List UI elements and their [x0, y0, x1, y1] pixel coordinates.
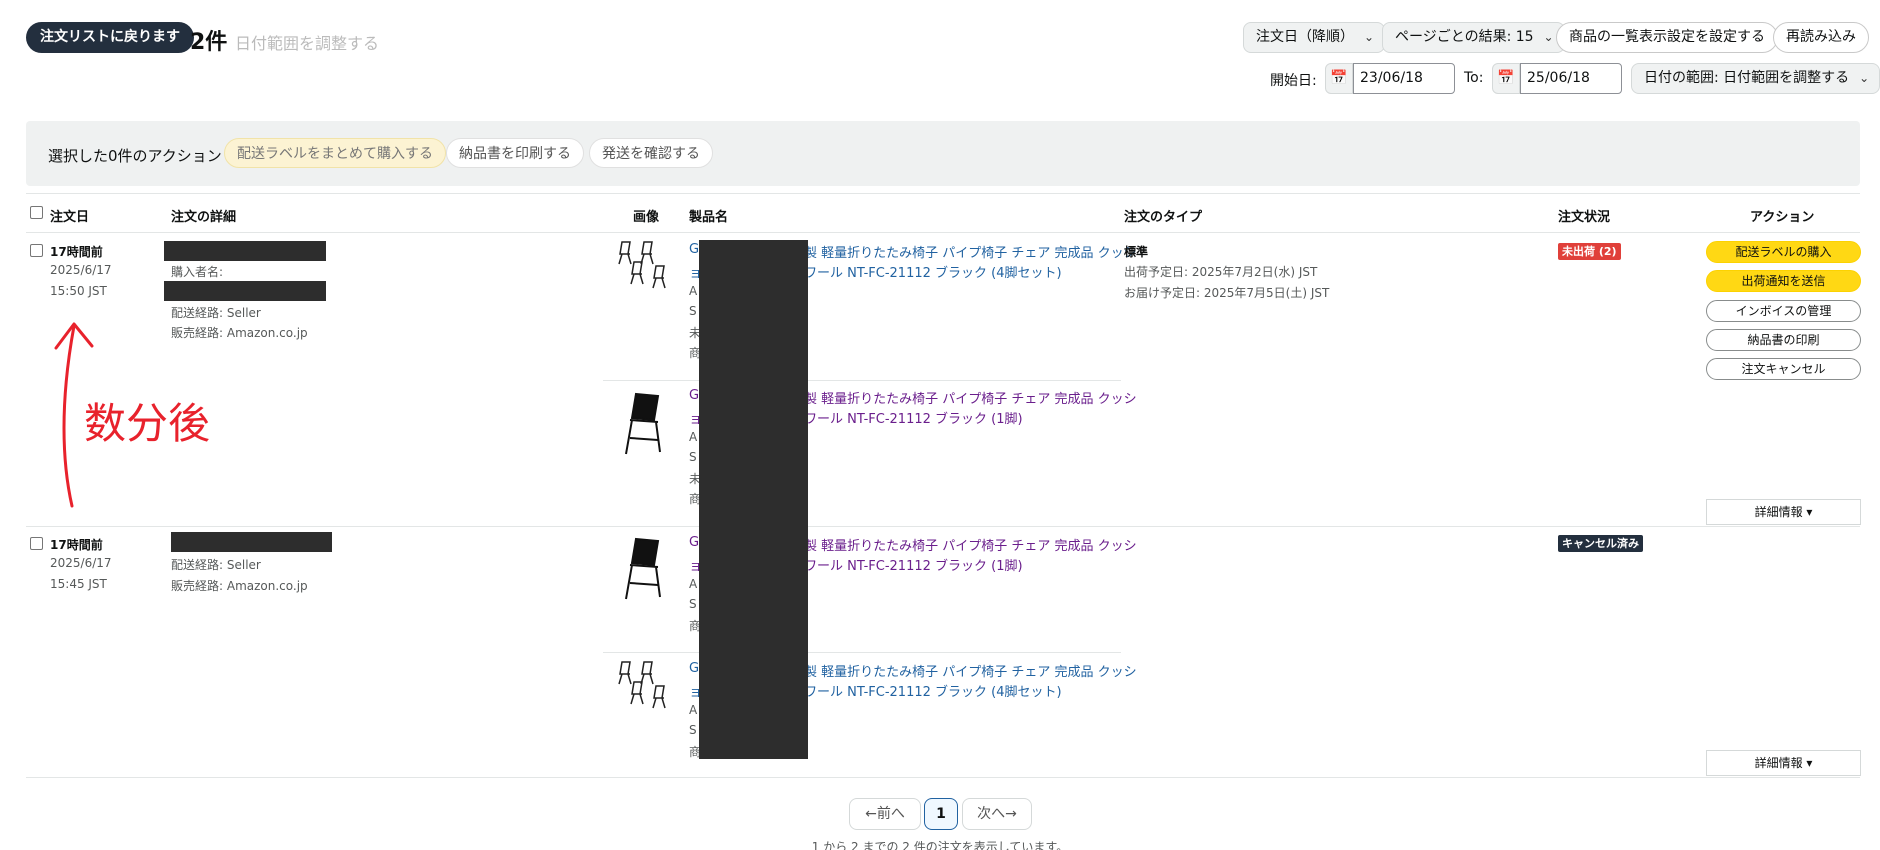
bulk-actions-label: 選択した0件のアクション	[48, 147, 222, 165]
product-image[interactable]	[622, 535, 670, 601]
prev-page-button[interactable]: ←前へ	[849, 798, 921, 830]
product-meta: S	[689, 723, 697, 737]
header-image: 画像	[633, 210, 660, 225]
header-status: 注文状況	[1558, 210, 1611, 225]
item-divider	[603, 380, 1121, 381]
product-title-prefix[interactable]: G	[689, 242, 699, 257]
shipping-route: 配送経路: Seller	[171, 306, 261, 320]
end-date-input[interactable]: 25/06/18	[1520, 63, 1622, 94]
divider	[26, 526, 1860, 527]
product-title-line1[interactable]: 製 軽量折りたたみ椅子 パイプ椅子 チェア 完成品 クッシ	[804, 242, 1137, 261]
send-shipment-notice-button[interactable]: 出荷通知を送信	[1706, 270, 1861, 292]
calendar-icon[interactable]: 📅	[1492, 63, 1520, 94]
product-title-line1[interactable]: 製 軽量折りたたみ椅子 パイプ椅子 チェア 完成品 クッシ	[804, 388, 1137, 407]
order-checkbox[interactable]	[30, 244, 43, 257]
deliver-by-date: お届け予定日: 2025年7月5日(土) JST	[1124, 286, 1330, 300]
product-image[interactable]	[622, 390, 670, 456]
chevron-down-icon: ⌄	[1363, 30, 1374, 44]
display-settings-button[interactable]: 商品の一覧表示設定を設定する	[1556, 22, 1778, 53]
redaction-block	[699, 240, 808, 759]
reload-button[interactable]: 再読み込み	[1773, 22, 1869, 53]
chevron-down-icon: ⌄	[1543, 30, 1554, 44]
page-1-button[interactable]: 1	[924, 798, 958, 830]
select-all-checkbox[interactable]	[30, 206, 43, 219]
product-title-line2[interactable]: ワール NT-FC-21112 ブラック (4脚セット)	[804, 681, 1062, 700]
chevron-down-icon: ⌄	[1859, 71, 1870, 85]
sales-channel: 販売経路: Amazon.co.jp	[171, 326, 308, 340]
divider	[26, 193, 1860, 194]
order-time: 15:50 JST	[50, 284, 107, 298]
header-date: 注文日	[50, 210, 90, 225]
product-meta: A	[689, 284, 698, 298]
product-title-prefix[interactable]: G	[689, 535, 699, 550]
per-page-select[interactable]: ページごとの結果: 15 ⌄	[1382, 22, 1565, 53]
order-age: 17時間前	[50, 538, 103, 552]
order-date: 2025/6/17	[50, 263, 112, 277]
bulk-buy-labels-button[interactable]: 配送ラベルをまとめて購入する	[224, 138, 446, 168]
product-title-line2[interactable]: ワール NT-FC-21112 ブラック (4脚セット)	[804, 262, 1062, 281]
status-badge: キャンセル済み	[1558, 535, 1643, 552]
buy-shipping-label-button[interactable]: 配送ラベルの購入	[1706, 241, 1861, 263]
order-age: 17時間前	[50, 245, 103, 259]
manage-invoice-button[interactable]: インボイスの管理	[1706, 300, 1861, 322]
start-date-input[interactable]: 23/06/18	[1353, 63, 1455, 94]
ship-by-date: 出荷予定日: 2025年7月2日(水) JST	[1124, 265, 1318, 279]
sort-select[interactable]: 注文日（降順） ⌄	[1243, 22, 1385, 53]
product-title-line2[interactable]: ワール NT-FC-21112 ブラック (1脚)	[804, 408, 1023, 427]
print-packing-slip-button[interactable]: 納品書を印刷する	[446, 138, 584, 168]
result-count: 2件	[190, 30, 228, 55]
redacted-order-id	[171, 532, 332, 552]
per-page-select-label: ページごとの結果: 15	[1395, 29, 1534, 45]
start-date-label: 開始日:	[1270, 73, 1317, 89]
product-meta: S	[689, 450, 697, 464]
sales-channel: 販売経路: Amazon.co.jp	[171, 579, 308, 593]
header-action: アクション	[1750, 210, 1815, 225]
buyer-name-label: 購入者名:	[171, 265, 224, 279]
end-date-label: To:	[1464, 70, 1484, 86]
date-range-select[interactable]: 日付の範囲: 日付範囲を調整する ⌄	[1631, 63, 1880, 94]
header-order-type: 注文のタイプ	[1124, 210, 1203, 225]
product-meta: A	[689, 703, 698, 717]
product-image[interactable]	[618, 660, 672, 716]
order-date: 2025/6/17	[50, 556, 112, 570]
print-slip-button[interactable]: 納品書の印刷	[1706, 329, 1861, 351]
product-title-prefix[interactable]: G	[689, 388, 699, 403]
date-range-hint: 日付範囲を調整する	[235, 34, 380, 53]
redacted-buyer-name	[164, 281, 326, 301]
product-meta: S	[689, 304, 697, 318]
order-type: 標準	[1124, 245, 1149, 259]
header-details: 注文の詳細	[171, 210, 237, 225]
product-title-line1[interactable]: 製 軽量折りたたみ椅子 パイプ椅子 チェア 完成品 クッシ	[804, 535, 1137, 554]
details-button[interactable]: 詳細情報 ▾	[1706, 750, 1861, 776]
back-to-orders-button[interactable]: 注文リストに戻ります	[26, 22, 194, 53]
divider	[26, 777, 1860, 778]
order-checkbox[interactable]	[30, 537, 43, 550]
product-image[interactable]	[618, 240, 672, 296]
date-range-select-label: 日付の範囲: 日付範囲を調整する	[1644, 70, 1850, 86]
annotation-text: 数分後	[84, 399, 211, 448]
pagination-summary: 1 から 2 までの 2 件の注文を表示しています。	[811, 840, 1069, 850]
bulk-actions-bar: 選択した0件のアクション 配送ラベルをまとめて購入する 納品書を印刷する 発送を…	[26, 121, 1860, 186]
sort-select-label: 注文日（降順）	[1256, 29, 1354, 45]
confirm-shipment-button[interactable]: 発送を確認する	[589, 138, 713, 168]
item-divider	[603, 652, 1121, 653]
order-time: 15:45 JST	[50, 577, 107, 591]
details-button[interactable]: 詳細情報 ▾	[1706, 499, 1861, 525]
cancel-order-button[interactable]: 注文キャンセル	[1706, 358, 1861, 380]
product-title-line2[interactable]: ワール NT-FC-21112 ブラック (1脚)	[804, 555, 1023, 574]
product-meta: S	[689, 597, 697, 611]
product-title-line1[interactable]: 製 軽量折りたたみ椅子 パイプ椅子 チェア 完成品 クッシ	[804, 661, 1137, 680]
product-meta: A	[689, 430, 698, 444]
status-badge: 未出荷 (2)	[1558, 243, 1621, 260]
product-meta: A	[689, 577, 698, 591]
next-page-button[interactable]: 次へ→	[962, 798, 1032, 830]
product-title-prefix[interactable]: G	[689, 661, 699, 676]
divider	[26, 232, 1860, 233]
redacted-order-id	[164, 241, 326, 261]
shipping-route: 配送経路: Seller	[171, 558, 261, 572]
header-product: 製品名	[689, 210, 729, 225]
calendar-icon[interactable]: 📅	[1325, 63, 1353, 94]
